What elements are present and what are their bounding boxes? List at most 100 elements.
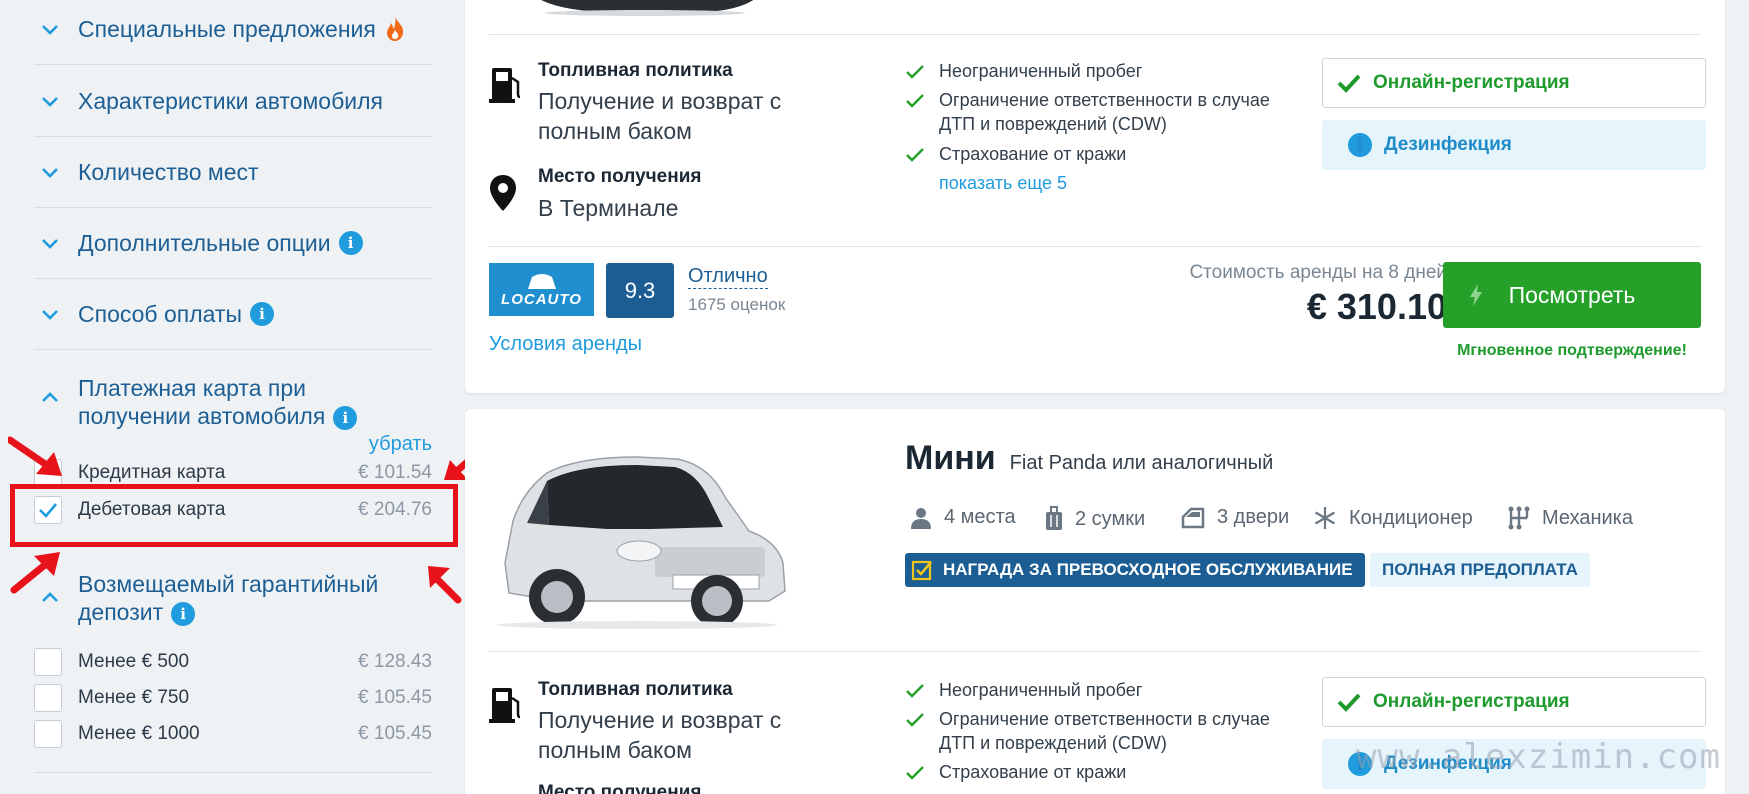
option-price: € 128.43 [358, 651, 432, 672]
spec-ac: Кондиционер [1313, 506, 1473, 530]
filter-label: Способ оплаты [78, 300, 242, 327]
rating-word[interactable]: Отлично [688, 264, 768, 289]
price: € 310.10 [1306, 286, 1447, 327]
highlight-annotation [10, 484, 458, 547]
fuel-policy-title: Топливная политика [538, 679, 733, 700]
chevron-down-icon [42, 168, 58, 178]
offer-card: Топливная политика Получение и возврат с… [465, 0, 1725, 393]
included-item: Ограничение ответственности в случае ДТП… [905, 707, 1289, 755]
filter-label: Возмещаемый гарантийный депозит i [78, 571, 379, 626]
included-item: Страхование от кражи [905, 760, 1289, 784]
option-price: € 105.45 [358, 687, 432, 708]
option-price: € 105.45 [358, 723, 432, 744]
car-model: Fiat Panda или аналогичный [1009, 452, 1274, 474]
fuel-pump-icon [489, 68, 521, 103]
watermark: www.alexzimin.com [1356, 737, 1721, 777]
car-door-icon [1181, 507, 1205, 528]
check-icon [1337, 74, 1361, 93]
show-more-link[interactable]: показать еще 5 [939, 173, 1067, 194]
divider [34, 772, 432, 773]
location-pin-icon [490, 175, 516, 211]
online-checkin-badge: Онлайн-регистрация [1322, 677, 1706, 727]
pickup-title: Место получения [538, 166, 702, 187]
filter-label: Специальные предложения [78, 15, 376, 42]
award-badge: НАГРАДА ЗА ПРЕВОСХОДНОЕ ОБСЛУЖИВАНИЕ [905, 553, 1365, 587]
supplier-logo-icon [527, 274, 556, 289]
instant-confirmation: Мгновенное подтверждение! [1457, 342, 1687, 359]
filters-sidebar: Специальные предложения Характеристики а… [0, 0, 492, 794]
spec-bags: 2 сумки [1045, 506, 1145, 532]
check-icon [906, 684, 924, 698]
chevron-up-icon [42, 592, 58, 602]
check-icon [906, 94, 924, 108]
divider [489, 651, 1701, 652]
checkbox[interactable] [34, 684, 62, 712]
option-label: Менее € 750 [78, 687, 190, 708]
disinfection-badge[interactable]: i Дезинфекция [1322, 120, 1706, 170]
option-deposit-1000[interactable]: Менее € 1000 € 105.45 [34, 719, 432, 749]
option-label: Менее € 500 [78, 651, 190, 672]
snowflake-icon [1314, 507, 1336, 529]
check-icon [906, 713, 924, 727]
included-item: Неограниченный пробег [905, 678, 1289, 702]
fuel-policy-value: Получение и возврат с полным баком [538, 88, 782, 144]
info-icon[interactable]: i [171, 601, 196, 626]
fuel-policy-value: Получение и возврат с полным баком [538, 707, 782, 763]
filter-label: Характеристики автомобиля [78, 87, 383, 114]
spec-doors: 3 двери [1181, 506, 1289, 529]
filter-payment-method[interactable]: Способ оплаты i [34, 279, 432, 350]
pickup-title: Место получения [538, 782, 702, 794]
divider [489, 34, 1701, 35]
check-icon [1337, 693, 1361, 712]
check-icon [906, 65, 924, 79]
filter-payment-card[interactable]: Платежная карта при получении автомобиля… [34, 372, 432, 432]
rating-count: 1675 оценок [688, 295, 786, 314]
filter-label: Дополнительные опции [78, 229, 331, 256]
person-icon [911, 507, 931, 529]
supplier-logo: LOCAUTO [489, 263, 594, 316]
reset-link[interactable]: убрать [369, 433, 432, 456]
filter-label: Платежная карта при получении автомобиля… [78, 374, 418, 430]
gearbox-icon [1508, 506, 1530, 530]
option-deposit-500[interactable]: Менее € 500 € 128.43 [34, 647, 432, 677]
filter-deposit[interactable]: Возмещаемый гарантийный депозит i [34, 570, 432, 630]
option-deposit-750[interactable]: Менее € 750 € 105.45 [34, 683, 432, 713]
car-title: Мини Fiat Panda или аналогичный [905, 439, 1273, 478]
filter-car-specs[interactable]: Характеристики автомобиля [34, 66, 432, 137]
info-icon[interactable]: i [250, 302, 274, 326]
chevron-down-icon [42, 97, 58, 107]
info-icon[interactable]: i [333, 405, 358, 430]
included-item: Неограниченный пробег [905, 59, 1289, 83]
included-item: Страхование от кражи [905, 142, 1289, 166]
spec-transmission: Механика [1508, 506, 1633, 530]
rental-terms-link[interactable]: Условия аренды [489, 333, 642, 356]
price-label: Стоимость аренды на 8 дней [1189, 262, 1447, 283]
divider [489, 246, 1701, 247]
lightning-icon [1470, 284, 1482, 306]
car-class: Мини [905, 439, 996, 477]
chevron-down-icon [42, 25, 58, 35]
chevron-down-icon [42, 310, 58, 320]
view-deal-button[interactable]: Посмотреть [1443, 262, 1701, 328]
prepay-badge: ПОЛНАЯ ПРЕДОПЛАТА [1370, 553, 1590, 587]
chevron-up-icon [42, 392, 58, 402]
fuel-pump-icon [489, 688, 521, 723]
rating-score: 9.3 [606, 263, 674, 318]
info-icon[interactable]: i [338, 231, 363, 255]
included-item: Ограничение ответственности в случае ДТП… [905, 88, 1289, 136]
fuel-policy-title: Топливная политика [538, 60, 733, 81]
fire-icon [386, 17, 403, 41]
check-icon [906, 766, 924, 780]
option-label: Кредитная карта [78, 462, 226, 483]
checkbox[interactable] [34, 720, 62, 748]
suitcase-icon [1046, 506, 1062, 530]
car-image [497, 456, 786, 629]
filter-extras[interactable]: Дополнительные опции i [34, 208, 432, 279]
filter-special-offers[interactable]: Специальные предложения [34, 0, 432, 65]
option-price: € 101.54 [358, 462, 432, 483]
checkbox[interactable] [34, 648, 62, 676]
filter-seats[interactable]: Количество мест [34, 137, 432, 208]
online-checkin-badge: Онлайн-регистрация [1322, 58, 1706, 108]
pickup-value: В Терминале [538, 195, 679, 221]
info-icon: i [1348, 133, 1372, 157]
